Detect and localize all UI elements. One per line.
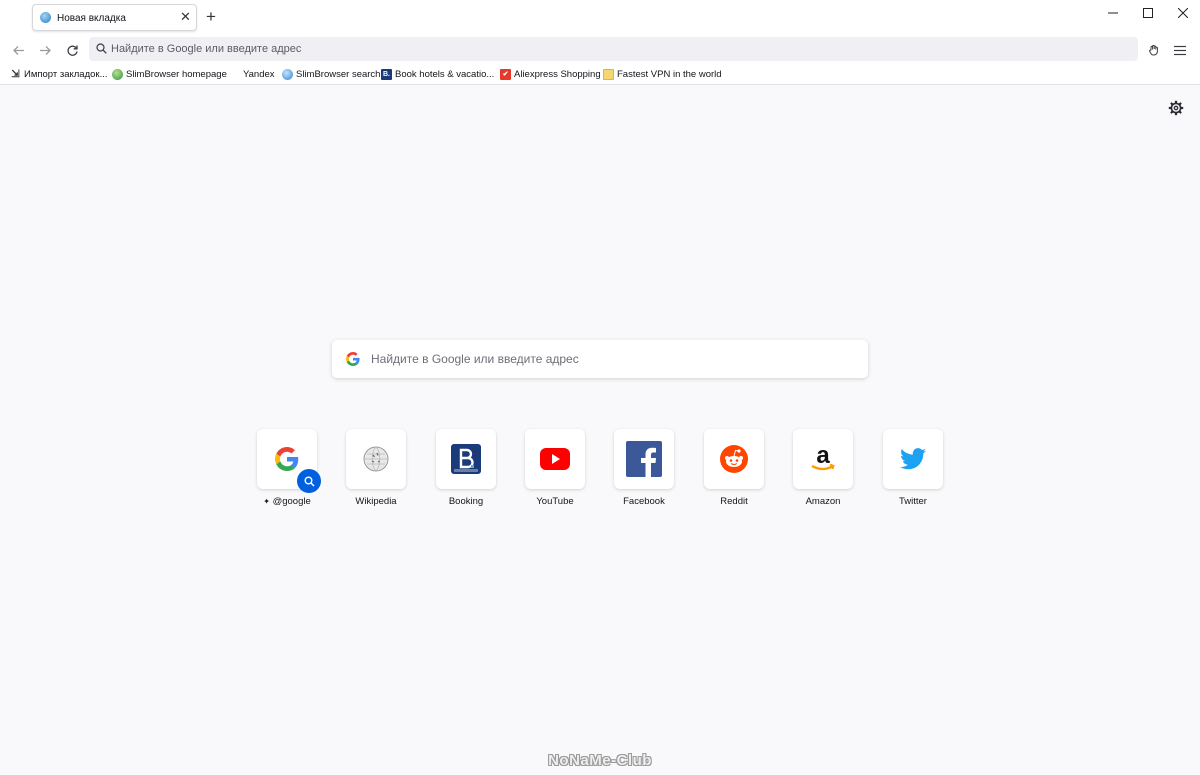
shortcut-tile-booking[interactable] [436,429,496,489]
hamburger-menu-icon [1174,45,1186,55]
google-icon [275,447,299,471]
bookmark-booking[interactable]: B. Book hotels & vacatio... [381,67,494,81]
search-icon [96,43,107,54]
facebook-icon [626,441,662,477]
vpn-icon [603,68,614,80]
svg-text:a: a [816,444,830,469]
maximize-icon [1143,7,1153,18]
youtube-icon [540,448,570,470]
bookmark-label: Fastest VPN in the world [617,68,722,80]
search-box[interactable] [332,340,868,378]
bookmark-label: SlimBrowser search [296,68,381,80]
shortcut-tile-reddit[interactable] [704,429,764,489]
shortcut-tile-amazon[interactable]: a [793,429,853,489]
minimize-icon [1108,12,1118,13]
bookmark-label: Aliexpress Shopping [514,68,601,80]
shortcut-label-google: ✦ @google [263,496,311,507]
close-tab-icon[interactable]: ✕ [180,10,191,24]
tab-title: Новая вкладка [57,13,126,24]
new-tab-page: ✦ @google Wikipedia Booking YouTube [0,85,1200,775]
bookmarks-toolbar: ⇲ Импорт закладок... SlimBrowser homepag… [0,64,1200,85]
bookmark-slimbrowser-homepage[interactable]: SlimBrowser homepage [112,67,227,81]
bookmark-label: SlimBrowser homepage [126,68,227,80]
shortcut-tile-youtube[interactable] [525,429,585,489]
slimbrowser-icon [112,68,123,80]
wikipedia-icon [363,446,389,472]
import-icon: ⇲ [11,68,20,80]
gear-icon[interactable] [1168,100,1184,116]
google-icon [346,352,360,366]
twitter-icon [900,448,926,470]
shortcut-tile-wikipedia[interactable] [346,429,406,489]
menu-button[interactable] [1171,41,1189,59]
shortcut-label-reddit: Reddit [720,496,748,507]
close-window-button[interactable] [1165,0,1200,25]
watermark: NoNaMe-Club [548,752,652,769]
reload-button[interactable] [63,41,81,59]
amazon-icon: a [811,444,835,471]
forward-button[interactable] [36,41,54,59]
shortcut-label-youtube: YouTube [536,496,574,507]
bookmark-vpn[interactable]: Fastest VPN in the world [603,67,722,81]
bookmark-label: Book hotels & vacatio... [395,68,495,80]
shortcut-tile-facebook[interactable] [614,429,674,489]
back-arrow-icon [12,45,24,55]
search-globe-icon [282,68,293,80]
bookmark-label: Импорт закладок... [24,68,108,80]
bookmark-slimbrowser-search[interactable]: SlimBrowser search [282,67,380,81]
booking-icon: B. [381,68,392,80]
search-input[interactable] [371,340,851,378]
pin-icon: ✦ [263,497,270,506]
tab-new-tab[interactable]: Новая вкладка ✕ [32,4,197,31]
maximize-button[interactable] [1130,0,1166,25]
bookmark-import[interactable]: ⇲ Импорт закладок... [10,67,107,81]
hand-icon [1149,44,1158,56]
reload-icon [66,45,78,56]
shortcut-label-facebook: Facebook [623,496,665,507]
close-icon [1178,7,1188,18]
search-icon [304,476,315,487]
shortcut-label-booking: Booking [448,496,484,507]
url-input[interactable] [111,37,1111,61]
forward-arrow-icon [39,45,51,55]
reddit-icon [720,445,748,473]
booking-icon [451,444,481,474]
globe-icon [40,12,51,23]
bookmark-aliexpress[interactable]: ✔ Aliexpress Shopping [500,67,601,81]
new-tab-button[interactable]: + [206,8,216,25]
url-bar[interactable] [89,37,1138,61]
shortcut-label-twitter: Twitter [899,496,927,507]
aliexpress-icon: ✔ [500,68,511,80]
search-badge [297,469,321,493]
shortcut-label-wikipedia: Wikipedia [355,496,397,507]
bookmark-yandex[interactable]: Yandex [243,67,275,81]
shortcut-tile-google[interactable] [257,429,321,493]
title-bar: Новая вкладка ✕ + [0,0,1200,35]
minimize-button[interactable] [1095,0,1131,25]
navigation-bar [0,35,1200,64]
extensions-button[interactable] [1145,41,1163,59]
shortcut-tile-twitter[interactable] [883,429,943,489]
back-button[interactable] [9,41,27,59]
bookmark-label: Yandex [243,68,275,80]
shortcut-label-amazon: Amazon [805,496,841,507]
